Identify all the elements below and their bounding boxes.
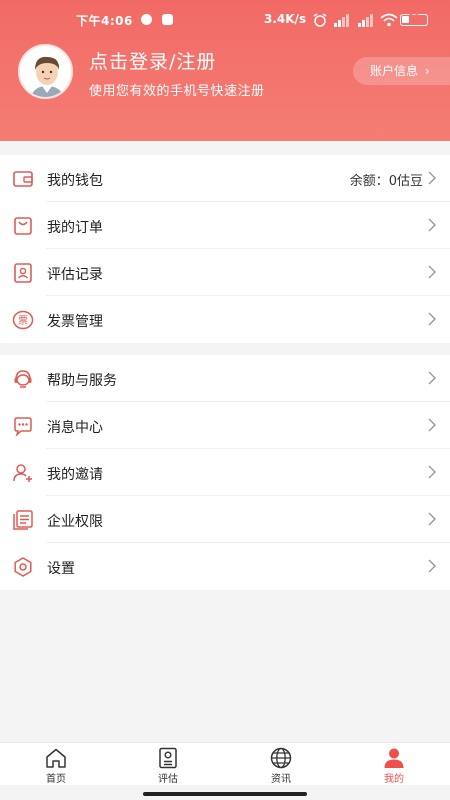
menu-group-services: 帮助与服务 消息中心 我的邀请 企业权限 设置 xyxy=(0,355,450,590)
wallet-icon xyxy=(13,171,33,187)
menu-group-account: 我的钱包 余额：0估豆 我的订单 评估记录 票 发票管理 xyxy=(0,155,450,343)
tab-label: 我的 xyxy=(384,774,404,785)
id-card-icon xyxy=(14,263,32,283)
invoice-stamp-icon: 票 xyxy=(12,310,34,330)
battery-icon: 30 xyxy=(400,13,428,26)
home-indicator xyxy=(143,792,307,796)
chevron-right-icon xyxy=(428,465,436,479)
gear-icon xyxy=(14,557,32,577)
user-add-icon xyxy=(13,464,32,482)
account-info-button[interactable]: 账户信息 › xyxy=(353,57,450,85)
menu-item-label: 企业权限 xyxy=(47,514,103,530)
documents-icon xyxy=(13,510,33,530)
menu-item-label: 我的邀请 xyxy=(47,467,103,483)
invoice-stamp-text: 票 xyxy=(18,315,28,327)
menu-item-label: 我的订单 xyxy=(47,220,103,236)
menu-item-help[interactable]: 帮助与服务 xyxy=(0,355,450,402)
headset-icon xyxy=(14,370,32,388)
tab-mine[interactable]: 我的 xyxy=(354,743,434,786)
menu-item-label: 发票管理 xyxy=(47,314,103,330)
menu-item-wallet[interactable]: 我的钱包 余额：0估豆 xyxy=(0,155,450,202)
app-notification-icon xyxy=(162,14,173,25)
status-bar: 下午4:06 3.4K/s 30 xyxy=(0,10,450,30)
chevron-right-icon xyxy=(428,265,436,279)
menu-item-label: 帮助与服务 xyxy=(47,373,117,389)
tab-assessment[interactable]: 评估 xyxy=(128,743,208,786)
alarm-icon xyxy=(313,13,327,27)
tab-home[interactable]: 首页 xyxy=(16,743,96,786)
menu-item-invoice[interactable]: 票 发票管理 xyxy=(0,296,450,343)
account-info-label: 账户信息 xyxy=(370,64,419,78)
menu-item-messages[interactable]: 消息中心 xyxy=(0,402,450,449)
chevron-right-icon xyxy=(428,418,436,432)
order-bag-icon xyxy=(14,217,32,235)
login-subtitle: 使用您有效的手机号快速注册 xyxy=(89,84,265,99)
menu-item-records[interactable]: 评估记录 xyxy=(0,249,450,296)
signal-icon xyxy=(334,14,349,27)
chevron-right-icon xyxy=(428,371,436,385)
wifi-icon xyxy=(380,13,398,27)
status-time: 下午4:06 xyxy=(76,14,133,28)
menu-item-settings[interactable]: 设置 xyxy=(0,543,450,590)
avatar-face-icon xyxy=(20,46,71,97)
chat-bubble-icon xyxy=(14,417,32,437)
login-register-link[interactable]: 点击登录/注册 xyxy=(89,47,216,74)
menu-item-enterprise[interactable]: 企业权限 xyxy=(0,496,450,543)
chevron-right-icon xyxy=(428,171,436,185)
menu-item-orders[interactable]: 我的订单 xyxy=(0,202,450,249)
chevron-right-icon: › xyxy=(424,64,430,78)
profile-header: 下午4:06 3.4K/s 30 点击登录/注册 使用您有效的手机号快速注册 账… xyxy=(0,0,450,141)
assessment-icon xyxy=(159,747,177,769)
chevron-right-icon xyxy=(428,512,436,526)
menu-item-label: 我的钱包 xyxy=(47,173,103,189)
chevron-right-icon xyxy=(428,559,436,573)
bottom-tab-bar: 首页 评估 资讯 我的 xyxy=(0,742,450,785)
avatar[interactable] xyxy=(18,44,73,99)
tab-label: 评估 xyxy=(158,774,178,785)
menu-item-invite[interactable]: 我的邀请 xyxy=(0,449,450,496)
notification-icon xyxy=(141,14,152,25)
globe-icon xyxy=(270,747,292,769)
chevron-right-icon xyxy=(428,312,436,326)
menu-item-label: 评估记录 xyxy=(47,267,103,283)
menu-item-label: 消息中心 xyxy=(47,420,103,436)
tab-label: 首页 xyxy=(46,774,66,785)
battery-level: 30 xyxy=(408,13,420,22)
menu-item-label: 设置 xyxy=(47,561,75,577)
tab-label: 资讯 xyxy=(271,774,291,785)
network-speed: 3.4K/s xyxy=(264,12,307,26)
signal-icon xyxy=(358,14,373,27)
tab-news[interactable]: 资讯 xyxy=(241,743,321,786)
chevron-right-icon xyxy=(428,218,436,232)
home-icon xyxy=(46,748,66,768)
wallet-balance: 余额：0估豆 xyxy=(349,174,423,189)
person-icon xyxy=(384,748,404,768)
